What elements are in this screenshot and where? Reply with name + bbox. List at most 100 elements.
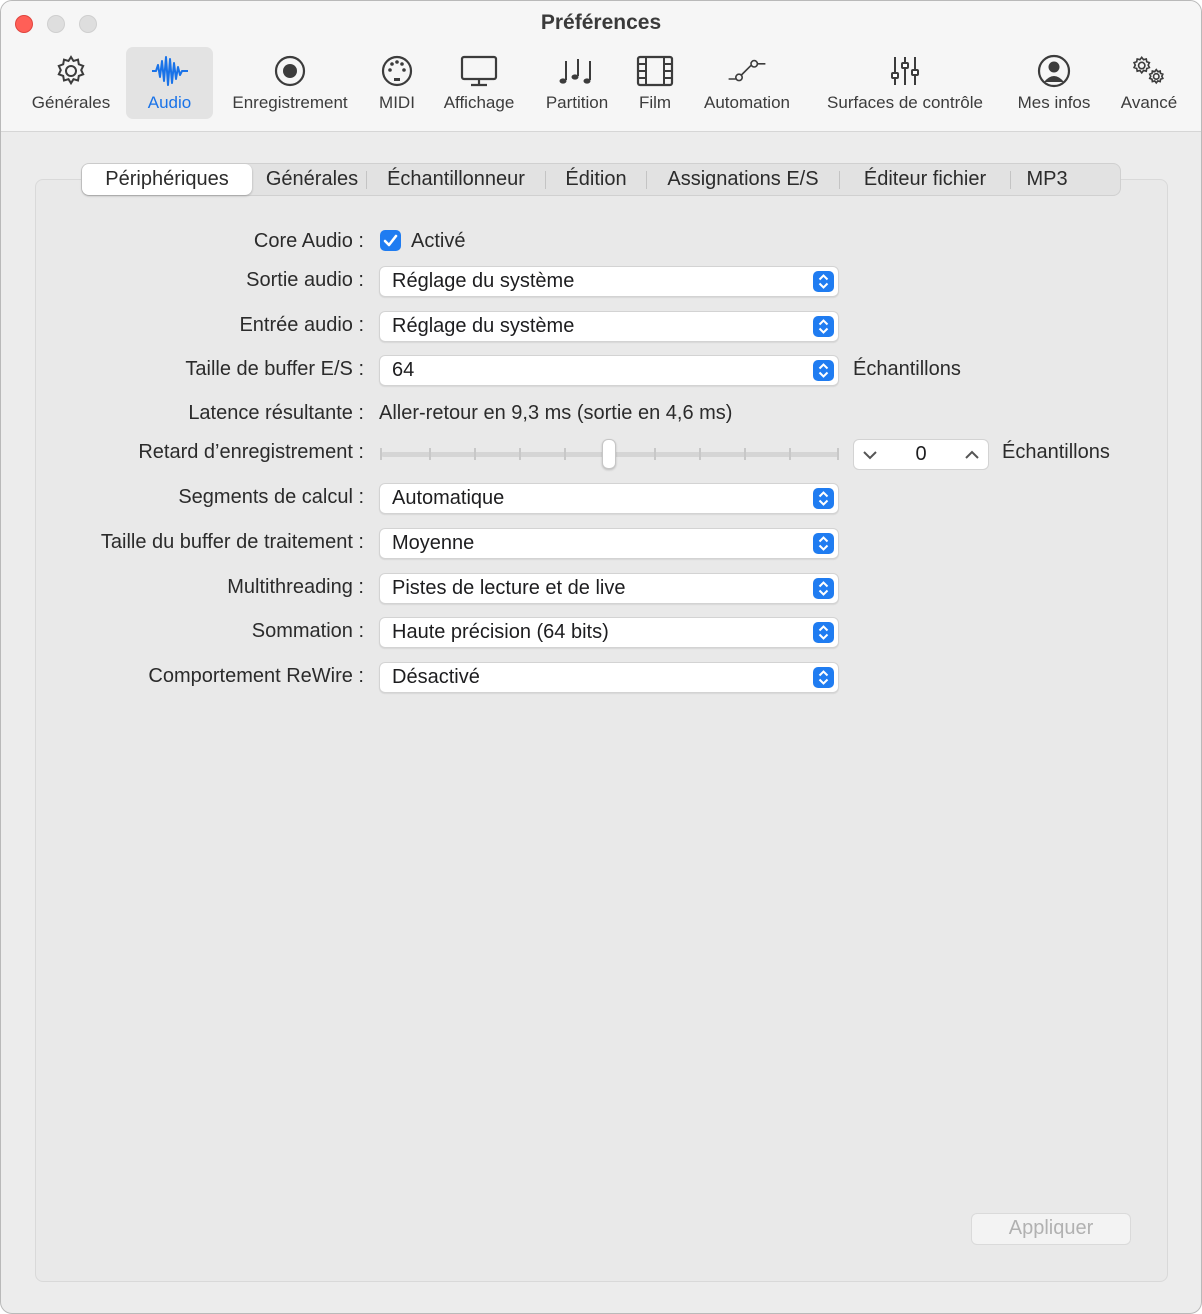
tab-mp3[interactable]: MP3 [1011, 164, 1083, 195]
toolbar-label: Partition [545, 93, 609, 112]
toolbar-item-partition[interactable]: Partition [539, 47, 615, 119]
toolbar-label: Surfaces de contrôle [827, 93, 983, 112]
audio-input-popup[interactable]: Réglage du système [379, 311, 839, 342]
toolbar-item-midi[interactable]: MIDI [371, 47, 423, 119]
toolbar-label: Enregistrement [232, 93, 348, 112]
chevron-up-down-icon [813, 316, 834, 337]
process-buffer-value: Moyenne [392, 532, 475, 554]
chevron-up-down-icon [813, 667, 834, 688]
chevron-up-icon[interactable] [962, 445, 982, 465]
toolbar-item-automation[interactable]: Automation [697, 47, 797, 119]
process-threads-popup[interactable]: Automatique [379, 483, 839, 514]
window-title: Préférences [540, 11, 662, 34]
toolbar-item-surfaces-de-controle[interactable]: Surfaces de contrôle [815, 47, 995, 119]
multithreading-popup[interactable]: Pistes de lecture et de live [379, 573, 839, 604]
core-audio-checkbox-label: Activé [411, 230, 466, 252]
toolbar-label: Film [638, 93, 672, 112]
io-buffer-popup[interactable]: 64 [379, 355, 839, 386]
toolbar-item-avance[interactable]: Avancé [1113, 47, 1185, 119]
settings-panel [35, 179, 1168, 1282]
summing-label: Sommation : [251, 620, 364, 642]
audio-output-label: Sortie audio : [246, 269, 364, 291]
core-audio-label: Core Audio : [253, 230, 364, 252]
audio-output-value: Réglage du système [392, 270, 575, 292]
process-buffer-popup[interactable]: Moyenne [379, 528, 839, 559]
tab-edition[interactable]: Édition [546, 164, 646, 195]
apply-button[interactable]: Appliquer [971, 1213, 1131, 1245]
summing-popup[interactable]: Haute précision (64 bits) [379, 617, 839, 648]
multithreading-label: Multithreading : [227, 576, 364, 598]
preferences-window: Préférences Générales Audio Enregistreme… [0, 0, 1202, 1314]
multithreading-value: Pistes de lecture et de live [392, 577, 626, 599]
toolbar-label: Avancé [1120, 93, 1178, 112]
summing-value: Haute précision (64 bits) [392, 621, 609, 643]
gear-icon [51, 53, 91, 89]
chevron-up-down-icon [813, 488, 834, 509]
slider-tick [744, 448, 746, 460]
toolbar: Préférences Générales Audio Enregistreme… [1, 1, 1201, 132]
toolbar-label: Mes infos [1017, 93, 1091, 112]
toolbar-label: MIDI [379, 93, 415, 112]
chevron-up-down-icon [813, 533, 834, 554]
record-delay-unit: Échantillons [1002, 441, 1110, 463]
process-threads-value: Automatique [392, 487, 505, 509]
slider-tick [474, 448, 476, 460]
tab-generales[interactable]: Générales [258, 164, 366, 195]
user-icon [1034, 53, 1074, 89]
toolbar-item-enregistrement[interactable]: Enregistrement [225, 47, 355, 119]
faders-icon [885, 53, 925, 89]
toolbar-item-film[interactable]: Film [631, 47, 679, 119]
slider-tick [789, 448, 791, 460]
toolbar-label: Audio [147, 93, 192, 112]
slider-tick [837, 448, 839, 460]
chevron-up-down-icon [813, 578, 834, 599]
toolbar-item-audio[interactable]: Audio [126, 47, 213, 119]
record-icon [270, 53, 310, 89]
tab-editeur-fichier[interactable]: Éditeur fichier [840, 164, 1010, 195]
latency-label: Latence résultante : [188, 402, 364, 424]
film-icon [635, 53, 675, 89]
process-threads-label: Segments de calcul : [178, 486, 364, 508]
record-delay-stepper: 0 [853, 439, 989, 470]
audio-input-label: Entrée audio : [239, 314, 364, 336]
audio-output-popup[interactable]: Réglage du système [379, 266, 839, 297]
checkmark-icon [383, 234, 398, 247]
record-delay-slider-knob[interactable] [602, 439, 616, 469]
chevron-up-down-icon [813, 360, 834, 381]
slider-tick [429, 448, 431, 460]
io-buffer-label: Taille de buffer E/S : [185, 358, 364, 380]
rewire-value: Désactivé [392, 666, 480, 688]
waveform-icon [150, 53, 190, 89]
rewire-label: Comportement ReWire : [148, 665, 364, 687]
slider-tick [380, 448, 382, 460]
io-buffer-unit: Échantillons [853, 358, 961, 380]
automation-curve-icon [727, 53, 767, 89]
io-buffer-value: 64 [392, 359, 415, 381]
tab-echantillonneur[interactable]: Échantillonneur [367, 164, 545, 195]
gears-icon [1129, 53, 1169, 89]
core-audio-checkbox[interactable] [380, 230, 401, 251]
tab-bar: Périphériques Générales Échantillonneur … [81, 163, 1121, 196]
chevron-up-down-icon [813, 622, 834, 643]
rewire-popup[interactable]: Désactivé [379, 662, 839, 693]
tab-assignations-es[interactable]: Assignations E/S [647, 164, 839, 195]
latency-value: Aller-retour en 9,3 ms (sortie en 4,6 ms… [379, 402, 733, 424]
toolbar-label: Générales [31, 93, 111, 112]
slider-tick [654, 448, 656, 460]
slider-tick [564, 448, 566, 460]
slider-tick [699, 448, 701, 460]
process-buffer-label: Taille du buffer de traitement : [100, 531, 364, 553]
toolbar-label: Affichage [443, 93, 515, 112]
record-delay-label: Retard d’enregistrement : [138, 441, 364, 463]
tab-peripheriques[interactable]: Périphériques [82, 164, 252, 195]
toolbar-item-mes-infos[interactable]: Mes infos [1011, 47, 1097, 119]
midi-port-icon [377, 53, 417, 89]
slider-tick [519, 448, 521, 460]
music-notes-icon [557, 53, 597, 89]
toolbar-label: Automation [704, 93, 790, 112]
chevron-up-down-icon [813, 271, 834, 292]
toolbar-item-generales[interactable]: Générales [25, 47, 117, 119]
monitor-icon [459, 53, 499, 89]
toolbar-item-affichage[interactable]: Affichage [437, 47, 521, 119]
audio-input-value: Réglage du système [392, 315, 575, 337]
